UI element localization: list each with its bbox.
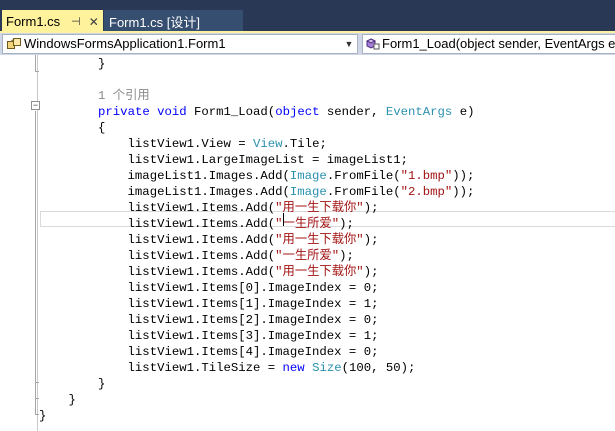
outline-line [35, 383, 36, 415]
reference-count-lens[interactable]: 1 个引用 [98, 89, 150, 103]
outline-line [35, 55, 36, 72]
tab-form1-designer[interactable]: Form1.cs [设计] [104, 10, 243, 33]
code-token: imageList1.Images.Add( [39, 185, 290, 199]
code-token: listView1.Items.Add( [39, 265, 276, 279]
code-token: )); [452, 169, 475, 183]
code-token: listView1.LargeImageList = imageList1; [39, 153, 408, 167]
code-token: ); [339, 249, 354, 263]
class-icon [7, 38, 21, 49]
class-selector-value: WindowsFormsApplication1.Form1 [24, 36, 226, 51]
code-token: sender, [319, 105, 386, 119]
document-tab-strip: Form1.cs ⊣ ✕ Form1.cs [设计] [0, 0, 615, 33]
outline-line [35, 111, 36, 383]
close-icon[interactable]: ✕ [89, 15, 99, 29]
code-line[interactable]: } [39, 408, 46, 424]
code-token: listView1.View = [39, 137, 254, 151]
code-token: listView1.Items.Add( [39, 249, 276, 263]
code-token: } [39, 377, 106, 391]
code-token: listView1.Items[3].ImageIndex = 1; [39, 329, 379, 343]
code-token: imageList1.Images.Add( [39, 169, 290, 183]
code-token: listView1.Items[0].ImageIndex = 0; [39, 281, 379, 295]
code-token: { [39, 121, 106, 135]
code-line[interactable]: listView1.View = View.Tile; [39, 136, 327, 152]
code-line[interactable]: listView1.Items[1].ImageIndex = 1; [39, 296, 379, 312]
chevron-down-icon[interactable]: ▼ [342, 35, 356, 53]
code-token: listView1.Items.Add( [39, 233, 276, 247]
code-token: )); [452, 185, 475, 199]
code-token: "一生所爱" [275, 217, 340, 231]
code-line[interactable]: 1 个引用 [39, 88, 150, 104]
method-icon [366, 38, 380, 50]
code-token: ); [363, 201, 379, 215]
code-line[interactable]: listView1.Items[4].ImageIndex = 0; [39, 344, 379, 360]
member-selector-value: Form1_Load(object sender, EventArgs e) [382, 36, 615, 51]
code-line[interactable]: listView1.Items.Add("用一生下载你"); [39, 264, 379, 280]
outline-margin-divider [37, 55, 38, 431]
code-line[interactable]: listView1.TileSize = new Size(100, 50); [39, 360, 416, 376]
code-token: ); [339, 217, 354, 231]
code-token: ); [363, 265, 379, 279]
code-token: Image [289, 185, 327, 199]
code-token: new [282, 361, 305, 375]
navigation-bar: WindowsFormsApplication1.Form1 ▼ Form1_L… [0, 33, 615, 55]
code-token: e) [452, 105, 475, 119]
code-token: View [253, 137, 283, 151]
code-line[interactable]: { [39, 120, 105, 136]
code-line[interactable]: imageList1.Images.Add(Image.FromFile("1.… [39, 168, 475, 184]
code-token: listView1.Items.Add( [39, 217, 276, 231]
code-token: void [157, 105, 187, 119]
code-line[interactable]: listView1.LargeImageList = imageList1; [39, 152, 408, 168]
code-token: "1.bmp" [400, 169, 453, 183]
code-token: } [39, 393, 76, 407]
code-token: "一生所爱" [275, 249, 340, 263]
tab-title: Form1.cs [设计] [109, 15, 201, 30]
code-token: "用一生下载你" [275, 201, 364, 215]
code-line[interactable]: listView1.Items.Add("一生所爱"); [39, 248, 354, 264]
code-line[interactable]: listView1.Items.Add("一生所爱"); [39, 216, 354, 232]
code-line[interactable]: listView1.Items[0].ImageIndex = 0; [39, 280, 379, 296]
code-token: ); [363, 233, 379, 247]
code-token: } [39, 409, 47, 423]
code-token: private [98, 105, 150, 119]
code-token: "用一生下载你" [275, 233, 364, 247]
code-token: } [39, 57, 106, 71]
code-token: listView1.Items.Add( [39, 201, 276, 215]
code-token: listView1.Items[1].ImageIndex = 1; [39, 297, 379, 311]
code-line[interactable]: private void Form1_Load(object sender, E… [39, 104, 474, 120]
code-line[interactable]: listView1.Items[3].ImageIndex = 1; [39, 328, 379, 344]
code-token: listView1.Items[4].ImageIndex = 0; [39, 345, 379, 359]
code-token: .FromFile( [326, 185, 401, 199]
code-line[interactable]: } [39, 56, 105, 72]
code-token: Size [312, 361, 342, 375]
code-line[interactable]: listView1.Items.Add("用一生下载你"); [39, 232, 379, 248]
code-token: .FromFile( [326, 169, 401, 183]
member-selector-dropdown[interactable]: Form1_Load(object sender, EventArgs e) [362, 34, 615, 54]
code-editor[interactable]: − } 1 个引用 private void Form1_Load(object… [0, 55, 615, 431]
code-token: (100, 50); [341, 361, 416, 375]
tab-title: Form1.cs [6, 14, 61, 29]
code-token: "2.bmp" [400, 185, 453, 199]
text-caret [283, 213, 284, 226]
code-token: object [275, 105, 320, 119]
code-token: EventArgs [385, 105, 453, 119]
pin-icon[interactable]: ⊣ [71, 15, 81, 28]
code-line[interactable]: } [39, 392, 76, 408]
code-line[interactable]: imageList1.Images.Add(Image.FromFile("2.… [39, 184, 475, 200]
code-line[interactable]: listView1.Items.Add("用一生下载你"); [39, 200, 379, 216]
code-token: .Tile; [282, 137, 327, 151]
code-token: Form1_Load( [186, 105, 276, 119]
code-line[interactable]: } [39, 376, 105, 392]
code-token: listView1.TileSize = [39, 361, 283, 375]
tab-form1-cs[interactable]: Form1.cs ⊣ ✕ [2, 10, 103, 33]
code-line[interactable]: listView1.Items[2].ImageIndex = 0; [39, 312, 379, 328]
class-selector-dropdown[interactable]: WindowsFormsApplication1.Form1 ▼ [2, 34, 358, 54]
code-token: "用一生下载你" [275, 265, 364, 279]
code-token: listView1.Items[2].ImageIndex = 0; [39, 313, 379, 327]
code-token: Image [289, 169, 327, 183]
